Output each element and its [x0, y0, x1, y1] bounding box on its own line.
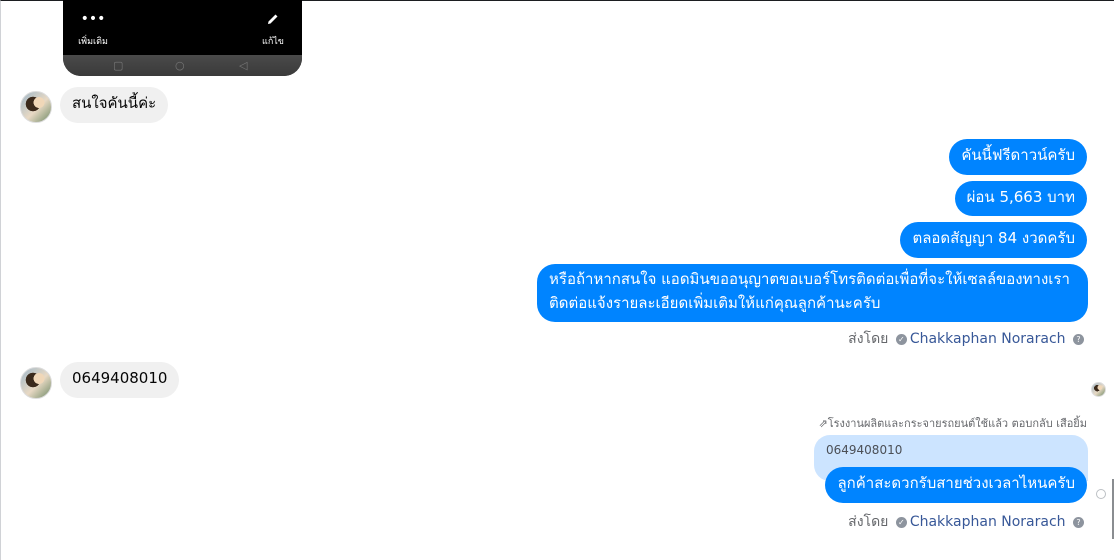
incoming-message: สนใจคันนี้ค่ะ	[60, 87, 169, 123]
outgoing-message: ตลอดสัญญา 84 งวดครับ	[900, 222, 1087, 258]
edit-action: แก้ไข	[243, 12, 302, 48]
more-label: เพิ่มเติม	[78, 37, 108, 47]
sender-name-link[interactable]: Chakkaphan Norarach	[910, 331, 1066, 347]
reply-context: ⇗โรงงานผลิตและกระจายรถยนต์ใช้แล้ว ตอบกลั…	[819, 414, 1088, 432]
outgoing-message: ผ่อน 5,663 บาท	[954, 181, 1087, 216]
customer-avatar[interactable]	[20, 367, 52, 399]
incoming-message: 0649408010	[60, 362, 180, 398]
home-icon: ○	[175, 59, 185, 72]
recent-apps-icon: ▢	[113, 59, 124, 72]
customer-avatar[interactable]	[20, 91, 52, 123]
sent-by-line: ส่งโดย ✓ Chakkaphan Norarach ?	[848, 328, 1087, 350]
reply-context-text: โรงงานผลิตและกระจายรถยนต์ใช้แล้ว ตอบกลับ…	[827, 417, 1087, 430]
sent-by-prefix: ส่งโดย	[848, 331, 889, 347]
sent-by-prefix: ส่งโดย	[848, 514, 889, 530]
edit-label: แก้ไข	[262, 37, 284, 47]
outgoing-message: คันนี้ฟรีดาวน์ครับ	[949, 139, 1087, 175]
reply-arrow-icon: ⇗	[818, 417, 828, 430]
help-icon[interactable]: ?	[1073, 516, 1084, 528]
verified-check-icon: ✓	[895, 333, 907, 345]
seen-avatar	[1091, 382, 1106, 397]
more-action: ••• เพิ่มเติม	[63, 12, 123, 48]
phone-nav-bar: ▢ ○ ◁	[63, 55, 302, 76]
back-icon: ◁	[239, 59, 248, 72]
shared-image-preview[interactable]: ••• เพิ่มเติม แก้ไข ▢ ○ ◁	[63, 0, 302, 76]
sender-name-link[interactable]: Chakkaphan Norarach	[910, 514, 1066, 530]
more-dots-icon: •••	[80, 11, 106, 27]
quoted-text: 0649408010	[826, 443, 903, 457]
outgoing-message: ลูกค้าสะดวกรับสายช่วงเวลาไหนครับ	[825, 467, 1087, 503]
pencil-icon	[243, 12, 302, 28]
sent-by-line: ส่งโดย ✓ Chakkaphan Norarach ?	[848, 511, 1087, 533]
message-status-icon	[1096, 489, 1106, 499]
help-icon[interactable]: ?	[1073, 333, 1084, 345]
verified-check-icon: ✓	[895, 516, 907, 528]
outgoing-message: หรือถ้าหากสนใจ แอดมินขออนุญาตขอเบอร์โทรต…	[537, 264, 1088, 322]
